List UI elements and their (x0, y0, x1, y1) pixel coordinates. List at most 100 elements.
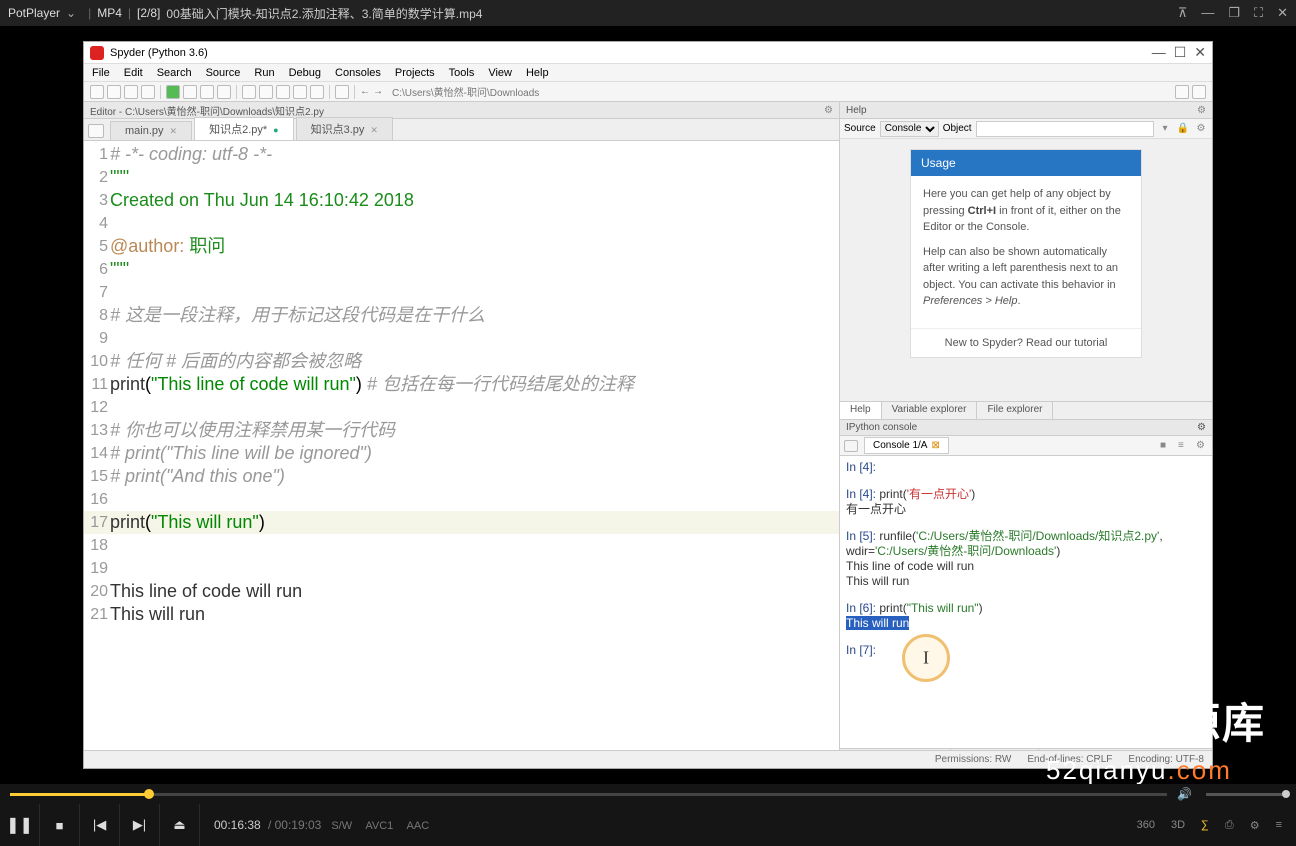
status-perm: Permissions: RW (935, 754, 1012, 765)
settings-icon[interactable]: ⚙ (1250, 819, 1260, 832)
spyder-title: Spyder (Python 3.6) (110, 47, 208, 59)
tutorial-link[interactable]: tutorial (1074, 337, 1107, 349)
save-icon[interactable] (124, 85, 138, 99)
help-pane-header: Help ⚙ (840, 102, 1212, 119)
usage-heading: Usage (911, 150, 1141, 176)
speaker-icon[interactable]: 🔊 (1177, 787, 1192, 801)
debug-icon[interactable] (217, 85, 231, 99)
new-file-icon[interactable] (90, 85, 104, 99)
maximize-icon[interactable]: ☐ (1174, 44, 1187, 61)
close-tab-icon[interactable]: ✕ (170, 126, 178, 136)
stop-button[interactable]: ■ (40, 804, 80, 846)
gear-icon[interactable]: ⚙ (1194, 123, 1208, 134)
tab-main[interactable]: main.py✕ (110, 121, 192, 140)
editor-tabs: main.py✕ 知识点2.py*● 知识点3.py✕ (84, 119, 839, 141)
stop-icon[interactable] (310, 85, 324, 99)
video-area[interactable]: Spyder (Python 3.6) — ☐ ✕ File Edit Sear… (0, 26, 1296, 784)
gear-icon[interactable]: ⚙ (824, 105, 833, 116)
working-dir[interactable]: C:\Users\黄怡然-职问\Downloads (392, 84, 539, 99)
source-select[interactable]: Console (880, 121, 939, 137)
continue-icon[interactable] (293, 85, 307, 99)
seek-knob[interactable] (144, 789, 154, 799)
format-badge: MP4 (97, 6, 122, 20)
code-editor[interactable]: 1# -*- coding: utf-8 -*- 2""" 3Created o… (84, 141, 839, 768)
zoom-icon[interactable] (335, 85, 349, 99)
volume-slider[interactable] (1206, 793, 1286, 796)
menu-projects[interactable]: Projects (391, 67, 439, 79)
menu-debug[interactable]: Debug (285, 67, 325, 79)
nav-fwd-icon[interactable]: → (373, 86, 383, 97)
open-file-icon[interactable] (107, 85, 121, 99)
close-console-icon[interactable]: ⊠ (931, 440, 939, 451)
seek-track[interactable] (10, 793, 1167, 796)
console-tab[interactable]: Console 1/A⊠ (864, 437, 949, 454)
video-filename: 00基础入门模块-知识点2.添加注释、3.简单的数学计算.mp4 (166, 5, 482, 22)
fullscreen-icon[interactable]: ⛶ (1254, 5, 1263, 21)
menu-view[interactable]: View (484, 67, 516, 79)
nav-back-icon[interactable]: ← (360, 86, 370, 97)
restore-icon[interactable]: ❐ (1228, 5, 1240, 21)
menu-edit[interactable]: Edit (120, 67, 147, 79)
prev-button[interactable]: |◀ (80, 804, 120, 846)
playlist-counter: [2/8] (137, 6, 160, 20)
close-icon[interactable]: ✕ (1194, 44, 1206, 61)
toolbar-r2-icon[interactable] (1192, 85, 1206, 99)
tab-3[interactable]: 知识点3.py✕ (296, 117, 393, 140)
folder-icon[interactable] (88, 124, 104, 138)
tab-help[interactable]: Help (840, 402, 882, 419)
help-source-bar: Source Console Object ▾ 🔒 ⚙ (840, 119, 1212, 139)
toolbar-r1-icon[interactable] (1175, 85, 1189, 99)
pin-icon[interactable]: ⊼ (1178, 5, 1188, 21)
subtitle-icon[interactable]: ∑ (1201, 819, 1209, 831)
step-over-icon[interactable] (242, 85, 256, 99)
menu-file[interactable]: File (88, 67, 114, 79)
seek-progress (10, 793, 149, 796)
menu-tools[interactable]: Tools (445, 67, 479, 79)
console-tabbar: Console 1/A⊠ ■ ≡ ⚙ (840, 436, 1212, 456)
menu-source[interactable]: Source (202, 67, 245, 79)
spyder-menubar[interactable]: File Edit Search Source Run Debug Consol… (84, 64, 1212, 82)
ipython-console[interactable]: In [4]: In [4]: print('有一点开心') 有一点开心 In … (840, 456, 1212, 748)
seek-bar[interactable]: 🔊 (0, 784, 1296, 804)
menu-consoles[interactable]: Consoles (331, 67, 385, 79)
spyder-statusbar: Permissions: RW End-of-lines: CRLF Encod… (84, 750, 1212, 768)
close-icon[interactable]: ✕ (1277, 5, 1288, 21)
run-selection-icon[interactable] (200, 85, 214, 99)
tab-file-explorer[interactable]: File explorer (977, 402, 1053, 419)
lock-icon[interactable]: 🔒 (1176, 123, 1190, 134)
right-bottom-tabs: Help Variable explorer File explorer (840, 402, 1212, 420)
gear-icon[interactable]: ⚙ (1197, 105, 1206, 116)
next-button[interactable]: ▶| (120, 804, 160, 846)
gear-icon[interactable]: ⚙ (1197, 422, 1206, 433)
tab-var-explorer[interactable]: Variable explorer (882, 402, 978, 419)
potplayer-controls: 🔊 ❚❚ ■ |◀ ▶| ⏏ 00:16:38 / 00:19:03 S/W A… (0, 784, 1296, 846)
spyder-titlebar: Spyder (Python 3.6) — ☐ ✕ (84, 42, 1212, 64)
eject-button[interactable]: ⏏ (160, 804, 200, 846)
menu-help[interactable]: Help (522, 67, 553, 79)
vr-icon[interactable]: 360 (1137, 819, 1155, 831)
tab-active[interactable]: 知识点2.py*● (194, 117, 294, 140)
step-in-icon[interactable] (259, 85, 273, 99)
object-input[interactable] (976, 121, 1154, 137)
chevron-down-icon[interactable]: ⌄ (66, 6, 76, 20)
options-icon[interactable]: ≡ (1178, 440, 1190, 452)
run-cell-icon[interactable] (183, 85, 197, 99)
stop-icon[interactable]: ■ (1160, 440, 1172, 452)
menu-run[interactable]: Run (250, 67, 278, 79)
close-tab-icon[interactable]: ✕ (370, 125, 378, 135)
step-out-icon[interactable] (276, 85, 290, 99)
save-all-icon[interactable] (141, 85, 155, 99)
dropdown-icon[interactable]: ▾ (1158, 123, 1172, 134)
minimize-icon[interactable]: — (1201, 5, 1214, 21)
pause-button[interactable]: ❚❚ (0, 804, 40, 846)
minimize-icon[interactable]: — (1152, 44, 1166, 61)
run-icon[interactable] (166, 85, 180, 99)
volume-knob[interactable] (1282, 790, 1290, 798)
gear-icon[interactable]: ⚙ (1196, 440, 1208, 452)
menu-search[interactable]: Search (153, 67, 196, 79)
playlist-icon[interactable]: ≡ (1276, 819, 1282, 831)
capture-icon[interactable]: ⎙ (1225, 819, 1234, 832)
folder-icon[interactable] (844, 440, 858, 452)
3d-icon[interactable]: 3D (1171, 819, 1185, 831)
close-tab-icon[interactable]: ● (273, 125, 278, 135)
